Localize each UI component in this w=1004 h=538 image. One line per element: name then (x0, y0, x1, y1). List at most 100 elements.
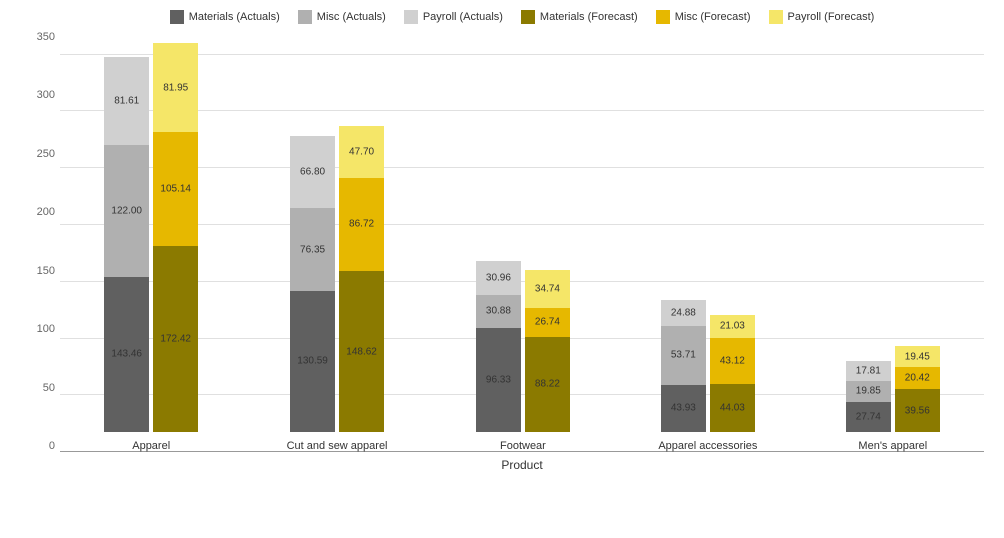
group-label: Men's apparel (858, 440, 927, 452)
bar-value-label: 43.12 (720, 356, 745, 367)
bar-segment: 27.74 (846, 402, 891, 432)
y-tick: 50 (10, 383, 55, 394)
bar-segment: 66.80 (290, 136, 335, 208)
bar-value-label: 47.70 (349, 146, 374, 157)
bar-group: 27.7419.85 17.81 39.56 20.42 19.45 Men's appa… (846, 346, 940, 452)
bar-value-label: 66.80 (300, 167, 325, 178)
bar-value-label: 21.03 (720, 321, 745, 332)
bar-value-label: 20.42 (905, 373, 930, 384)
bar-segment: 172.42 (153, 246, 198, 432)
forecast-bar-stack: 88.22 26.74 34.74 (525, 270, 570, 432)
y-axis: 0 50 100 150 200 250 300 350 (10, 32, 55, 452)
bar-segment: 81.61 (104, 57, 149, 145)
bar-segment: 47.70 (339, 126, 384, 178)
legend-label-misc-forecast: Misc (Forecast) (675, 11, 751, 23)
y-tick: 150 (10, 266, 55, 277)
y-tick: 0 (10, 441, 55, 452)
bar-segment: 19.85 (846, 381, 891, 402)
actuals-bar-stack: 130.59 76.35 66.80 (290, 136, 335, 432)
bar-value-label: 130.59 (297, 356, 328, 367)
bar-value-label: 34.74 (535, 283, 560, 294)
y-tick: 250 (10, 149, 55, 160)
bar-value-label: 30.96 (486, 272, 511, 283)
legend-label-misc-actuals: Misc (Actuals) (317, 11, 386, 23)
y-tick: 350 (10, 32, 55, 43)
y-tick: 300 (10, 90, 55, 101)
chart-container: Materials (Actuals) Misc (Actuals) Payro… (0, 0, 1004, 538)
bar-value-label: 30.88 (486, 306, 511, 317)
bar-group: 96.33 30.88 30.96 88.22 26.74 34.74 Footwear (476, 261, 570, 452)
legend-label-payroll-forecast: Payroll (Forecast) (788, 11, 875, 23)
legend-color-payroll-forecast (769, 10, 783, 24)
legend-color-payroll-actuals (404, 10, 418, 24)
y-tick: 200 (10, 207, 55, 218)
groups-wrapper: 143.46 122.00 81.61 172.42 105.14 81.95 Appare… (60, 32, 984, 452)
legend-materials-actuals: Materials (Actuals) (170, 10, 280, 24)
chart-area: 050100150200250300350 143.46122.0081.611… (60, 32, 984, 452)
bar-value-label: 19.45 (905, 351, 930, 362)
legend-misc-forecast: Misc (Forecast) (656, 10, 751, 24)
bar-value-label: 88.22 (535, 379, 560, 390)
bar-value-label: 86.72 (349, 219, 374, 230)
bar-segment: 39.56 (895, 389, 940, 432)
bar-value-label: 148.62 (346, 346, 377, 357)
bar-value-label: 39.56 (905, 405, 930, 416)
group-bars: 43.93 53.71 24.88 44.03 43.12 21.03 (661, 300, 755, 432)
bar-segment: 19.45 (895, 346, 940, 367)
bar-value-label: 81.61 (114, 95, 139, 106)
bar-value-label: 17.81 (856, 365, 881, 376)
bar-segment: 43.93 (661, 385, 706, 432)
bar-value-label: 43.93 (671, 403, 696, 414)
y-tick: 100 (10, 324, 55, 335)
bar-segment: 53.71 (661, 326, 706, 384)
forecast-bar-stack: 44.03 43.12 21.03 (710, 315, 755, 432)
group-label: Apparel accessories (658, 440, 757, 452)
bar-value-label: 143.46 (111, 349, 142, 360)
bar-value-label: 172.42 (160, 333, 191, 344)
bar-segment: 30.96 (476, 261, 521, 294)
bar-segment: 17.81 (846, 361, 891, 380)
bar-segment: 26.74 (525, 308, 570, 337)
bar-segment: 44.03 (710, 384, 755, 432)
legend-color-materials-actuals (170, 10, 184, 24)
bar-group: 130.5976.3566.80148.6286.7247.70Cut and … (287, 126, 388, 452)
legend-color-misc-forecast (656, 10, 670, 24)
legend-payroll-actuals: Payroll (Actuals) (404, 10, 503, 24)
group-bars: 130.59 76.35 66.80 148.62 86.72 47.70 (290, 126, 384, 432)
bar-segment: 43.12 (710, 338, 755, 385)
bar-value-label: 105.14 (160, 183, 191, 194)
bar-segment: 30.88 (476, 295, 521, 328)
bar-segment: 143.46 (104, 277, 149, 432)
chart-legend: Materials (Actuals) Misc (Actuals) Payro… (60, 10, 984, 24)
bar-value-label: 24.88 (671, 308, 696, 319)
group-label: Apparel (132, 440, 170, 452)
bar-segment: 148.62 (339, 271, 384, 432)
group-label: Footwear (500, 440, 546, 452)
actuals-bar-stack: 27.7419.85 17.81 (846, 361, 891, 432)
bar-value-label: 122.00 (111, 205, 142, 216)
bar-segment: 122.00 (104, 145, 149, 277)
legend-color-materials-forecast (521, 10, 535, 24)
bar-segment: 21.03 (710, 315, 755, 338)
forecast-bar-stack: 39.56 20.42 19.45 (895, 346, 940, 432)
bar-segment: 88.22 (525, 337, 570, 432)
actuals-bar-stack: 96.33 30.88 30.96 (476, 261, 521, 432)
x-axis-title: Product (60, 458, 984, 472)
legend-label-payroll-actuals: Payroll (Actuals) (423, 11, 503, 23)
bar-segment: 81.95 (153, 43, 198, 132)
legend-payroll-forecast: Payroll (Forecast) (769, 10, 875, 24)
bar-value-label: 76.35 (300, 244, 325, 255)
legend-materials-forecast: Materials (Forecast) (521, 10, 638, 24)
bar-value-label: 44.03 (720, 403, 745, 414)
actuals-bar-stack: 143.46 122.00 81.61 (104, 57, 149, 432)
group-bars: 96.33 30.88 30.96 88.22 26.74 34.74 (476, 261, 570, 432)
bar-segment: 96.33 (476, 328, 521, 432)
bar-value-label: 26.74 (535, 317, 560, 328)
legend-misc-actuals: Misc (Actuals) (298, 10, 386, 24)
forecast-bar-stack: 172.42 105.14 81.95 (153, 43, 198, 432)
legend-label-materials-forecast: Materials (Forecast) (540, 11, 638, 23)
bar-segment: 20.42 (895, 367, 940, 389)
bar-group: 43.93 53.71 24.88 44.03 43.12 21.03 Apparel ac… (658, 300, 757, 452)
legend-color-misc-actuals (298, 10, 312, 24)
bar-value-label: 53.71 (671, 350, 696, 361)
